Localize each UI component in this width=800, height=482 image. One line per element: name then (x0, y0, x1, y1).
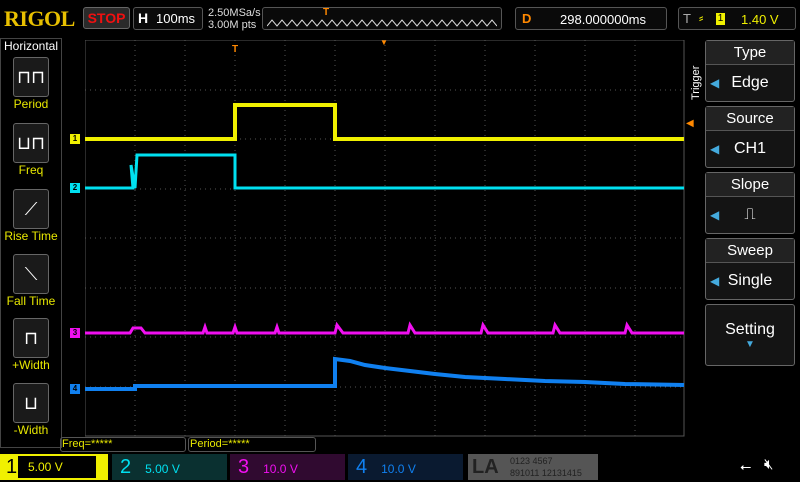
trigger-level: 1.40 V (741, 12, 779, 27)
select-arrow-icon: ◀ (710, 208, 720, 222)
rise-time-icon: ⟋ (13, 189, 49, 229)
sample-rate: 2.50MSa/s (208, 7, 261, 19)
rigol-logo: RIGOL (4, 6, 75, 31)
ch1-number: 1 (6, 456, 18, 478)
ch4-scale: 10.0 V (381, 462, 416, 476)
slope-title: Slope (706, 173, 794, 197)
item-label: Freq (18, 163, 44, 177)
period-measurement[interactable]: Period=***** (188, 437, 316, 452)
submenu-arrow-icon: ▼ (745, 339, 755, 350)
mute-icon[interactable]: 🔇︎ (764, 456, 773, 473)
pos-width-icon: ⊓ (13, 318, 49, 358)
ch3-trace (85, 321, 684, 335)
waveform-overview[interactable]: T (262, 7, 502, 30)
item-label: Fall Time (6, 294, 56, 308)
la-channels-row2: 891011 12131415 (510, 468, 582, 478)
menu-setting[interactable]: Setting ▼ (705, 304, 795, 366)
ch4-status[interactable]: 4 10.0 V (348, 454, 463, 480)
freq-icon: ⊔⊓ (13, 123, 49, 163)
menu-sweep[interactable]: Sweep ◀ Single (705, 238, 795, 300)
trigger-level-marker[interactable]: ◀ (686, 118, 694, 129)
setting-label: Setting (725, 321, 775, 338)
fall-time-icon: ⟍ (13, 254, 49, 294)
ch1-status[interactable]: 1 5.00 V (0, 454, 108, 480)
type-value: Edge (731, 74, 769, 91)
ch3-number: 3 (238, 456, 250, 478)
sidebar-title: Horizontal (3, 39, 59, 53)
overview-wave (267, 19, 497, 27)
period-icon: ⊓⊓ (13, 57, 49, 97)
trigger-source: 1 (716, 13, 725, 25)
sidebar-item-freq[interactable]: ⊔⊓ Freq (0, 123, 62, 177)
select-arrow-icon: ◀ (710, 142, 720, 156)
sidebar-item-period[interactable]: ⊓⊓ Period (0, 57, 62, 111)
delay-box[interactable]: D 298.000000ms (515, 7, 667, 30)
item-label: Period (13, 97, 49, 111)
grid (85, 40, 684, 436)
delay-label: D (522, 11, 532, 26)
ch2-status[interactable]: 2 5.00 V (112, 454, 227, 480)
menu-title: Trigger (690, 65, 702, 100)
sidebar-item-neg-width[interactable]: ⊔ -Width (0, 383, 62, 437)
ch1-scale: 5.00 V (28, 460, 63, 474)
item-label: +Width (12, 358, 50, 372)
rising-edge-icon: ⸗ (699, 10, 704, 25)
sidebar-item-fall-time[interactable]: ⟍ Fall Time (0, 254, 62, 308)
memory-depth: 3.00M pts (208, 19, 257, 31)
type-title: Type (706, 41, 794, 65)
usb-icon: ⭠ (740, 458, 752, 474)
ch3-scale: 10.0 V (263, 462, 298, 476)
freq-measurement[interactable]: Freq=***** (60, 437, 186, 452)
ch1-offset-marker[interactable]: 1 (70, 134, 80, 144)
ch4-number: 4 (356, 456, 368, 478)
select-arrow-icon: ◀ (710, 274, 720, 288)
la-status[interactable]: LA 0123 4567 891011 12131415 (468, 454, 598, 480)
h-label: H (138, 10, 149, 26)
ch4-offset-marker[interactable]: 4 (70, 384, 80, 394)
sweep-value: Single (727, 272, 773, 289)
select-arrow-icon: ◀ (710, 76, 720, 90)
source-title: Source (706, 107, 794, 131)
trigger-label: T (683, 11, 691, 26)
menu-slope[interactable]: Slope ◀ ⎍ (705, 172, 795, 234)
ch2-scale: 5.00 V (145, 462, 180, 476)
la-channels-row1: 0123 4567 (510, 456, 553, 466)
trigger-position-icon: T (323, 7, 330, 18)
center-marker-icon: ▼ (380, 38, 388, 47)
rising-slope-icon: ⎍ (744, 206, 756, 223)
neg-width-icon: ⊔ (13, 383, 49, 423)
trigger-status-box[interactable]: T ⸗ 1 1.40 V (678, 7, 796, 30)
ch3-status[interactable]: 3 10.0 V (230, 454, 345, 480)
run-stop-status[interactable]: STOP (83, 7, 130, 29)
timebase-value: 100ms (156, 11, 196, 26)
timebase-box[interactable]: H 100ms (133, 7, 203, 30)
waveform-display[interactable]: T (85, 40, 685, 437)
menu-type[interactable]: Type ◀ Edge (705, 40, 795, 102)
delay-value: 298.000000ms (560, 12, 647, 27)
item-label: Rise Time (4, 229, 58, 243)
sidebar-item-pos-width[interactable]: ⊓ +Width (0, 318, 62, 372)
ch4-trace (85, 356, 685, 391)
sweep-title: Sweep (706, 239, 794, 263)
ch2-trace (85, 153, 684, 190)
menu-source[interactable]: Source ◀ CH1 (705, 106, 795, 168)
item-label: -Width (13, 423, 49, 437)
trigger-time-marker: T (232, 44, 238, 55)
sidebar-item-rise-time[interactable]: ⟋ Rise Time (0, 189, 62, 243)
source-value: CH1 (733, 140, 766, 157)
ch2-number: 2 (120, 456, 132, 478)
la-label: LA (472, 456, 499, 478)
ch3-offset-marker[interactable]: 3 (70, 328, 80, 338)
ch2-offset-marker[interactable]: 2 (70, 183, 80, 193)
